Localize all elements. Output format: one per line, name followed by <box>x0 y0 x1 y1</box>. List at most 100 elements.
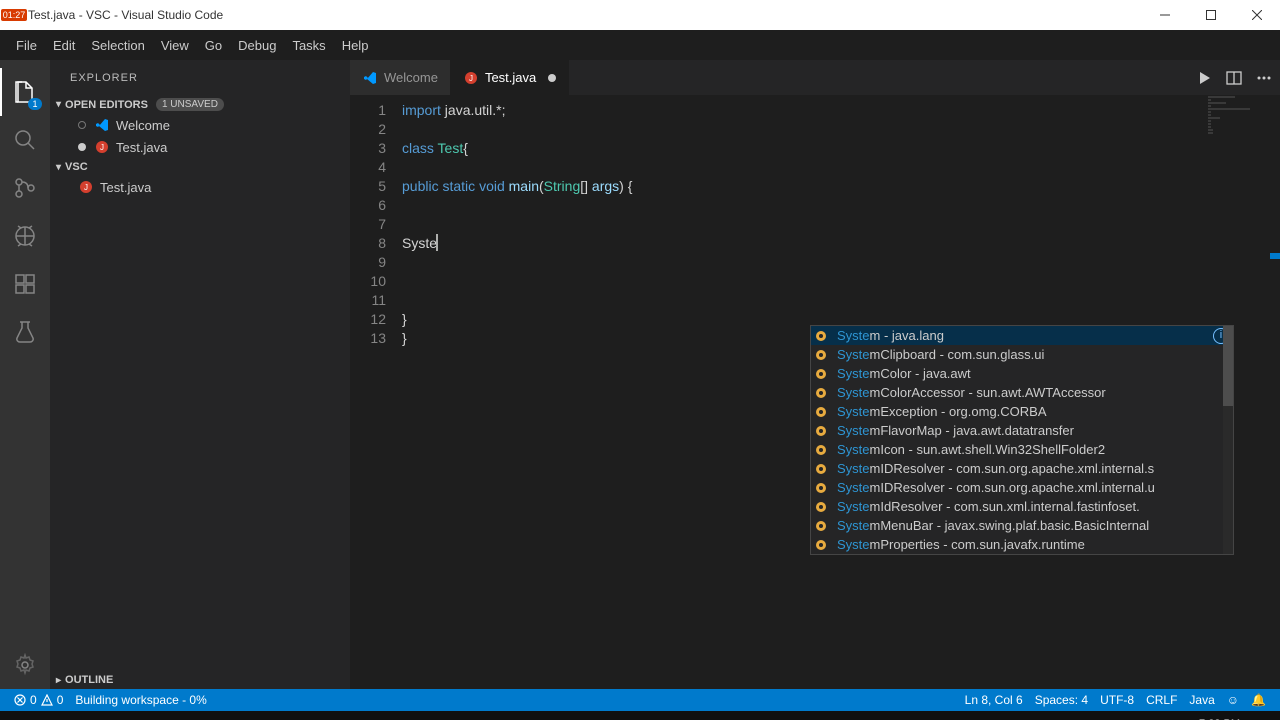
code-line[interactable] <box>402 196 1280 215</box>
status-feedback-icon[interactable]: ☺ <box>1221 689 1245 711</box>
open-editors-section-header[interactable]: ▾ OPEN EDITORS 1 UNSAVED <box>50 95 350 114</box>
taskview-icon[interactable] <box>52 711 100 720</box>
class-icon <box>815 539 831 551</box>
autocomplete-label: SystemException - org.omg.CORBA <box>837 402 1229 421</box>
code-line[interactable] <box>402 158 1280 177</box>
window-title: Test.java - VSC - Visual Studio Code <box>28 8 1142 22</box>
activity-debug-icon[interactable] <box>0 212 50 260</box>
tab-bar: Welcome J Test.java <box>350 60 1280 95</box>
menu-item-view[interactable]: View <box>153 34 197 57</box>
status-eol[interactable]: CRLF <box>1140 689 1183 711</box>
menu-item-edit[interactable]: Edit <box>45 34 83 57</box>
menu-item-debug[interactable]: Debug <box>230 34 284 57</box>
autocomplete-item[interactable]: SystemFlavorMap - java.awt.datatransferi <box>811 421 1233 440</box>
menu-item-tasks[interactable]: Tasks <box>284 34 333 57</box>
vscode-file-icon <box>362 70 378 86</box>
class-icon <box>815 482 831 494</box>
svg-text:J: J <box>100 143 104 152</box>
close-indicator-icon <box>78 121 86 129</box>
autocomplete-item[interactable]: SystemClipboard - com.sun.glass.uii <box>811 345 1233 364</box>
autocomplete-item[interactable]: SystemColor - java.awti <box>811 364 1233 383</box>
activity-search-icon[interactable] <box>0 116 50 164</box>
code-line[interactable]: import java.util.*; <box>402 101 1280 120</box>
window-maximize-button[interactable] <box>1188 0 1234 30</box>
suggest-scrollbar-thumb[interactable] <box>1223 326 1233 406</box>
editor-tab[interactable]: J Test.java <box>451 60 569 95</box>
vscode-file-icon <box>94 117 110 133</box>
autocomplete-popup[interactable]: System - java.langiSystemClipboard - com… <box>810 325 1234 555</box>
code-line[interactable] <box>402 272 1280 291</box>
autocomplete-item[interactable]: SystemIcon - sun.awt.shell.Win32ShellFol… <box>811 440 1233 459</box>
file-tree-label: Test.java <box>100 180 151 195</box>
activity-explorer-icon[interactable]: 1 <box>0 68 50 116</box>
autocomplete-label: SystemColor - java.awt <box>837 364 1229 383</box>
java-file-icon: J <box>94 139 110 155</box>
autocomplete-item[interactable]: SystemIdResolver - com.sun.xml.internal.… <box>811 497 1233 516</box>
autocomplete-item[interactable]: SystemProperties - com.sun.javafx.runtim… <box>811 535 1233 554</box>
code-line[interactable] <box>402 215 1280 234</box>
sidebar-title: EXPLORER <box>50 60 350 95</box>
tab-label: Test.java <box>485 70 536 85</box>
autocomplete-item[interactable]: System - java.langi <box>811 326 1233 345</box>
autocomplete-item[interactable]: SystemColorAccessor - sun.awt.AWTAccesso… <box>811 383 1233 402</box>
status-problems[interactable]: 0 0 <box>8 689 69 711</box>
class-icon <box>815 520 831 532</box>
code-line[interactable] <box>402 291 1280 310</box>
code-line[interactable]: Syste <box>402 234 1280 253</box>
open-editor-item[interactable]: JTest.java <box>50 136 350 158</box>
code-editor[interactable]: 12345678910111213 import java.util.*;cla… <box>350 95 1280 689</box>
code-line[interactable] <box>402 120 1280 139</box>
activity-settings-icon[interactable] <box>0 641 50 689</box>
outline-section-header[interactable]: ▸ OUTLINE <box>50 671 350 689</box>
code-line[interactable]: class Test{ <box>402 139 1280 158</box>
chrome-icon[interactable] <box>196 711 244 720</box>
status-bar: 0 0 Building workspace - 0% Ln 8, Col 6 … <box>0 689 1280 711</box>
tab-label: Welcome <box>384 70 438 85</box>
svg-text:J: J <box>84 183 88 192</box>
autocomplete-item[interactable]: SystemException - org.omg.CORBAi <box>811 402 1233 421</box>
activity-test-icon[interactable] <box>0 308 50 356</box>
file-tree-item[interactable]: J Test.java <box>50 176 350 198</box>
run-icon[interactable] <box>1196 70 1212 86</box>
open-editor-item[interactable]: Welcome <box>50 114 350 136</box>
window-minimize-button[interactable] <box>1142 0 1188 30</box>
menu-item-go[interactable]: Go <box>197 34 230 57</box>
split-editor-icon[interactable] <box>1226 70 1242 86</box>
class-icon <box>815 501 831 513</box>
menu-bar: FileEditSelectionViewGoDebugTasksHelp <box>0 30 1280 60</box>
autocomplete-item[interactable]: SystemIDResolver - com.sun.org.apache.xm… <box>811 459 1233 478</box>
status-ln-col[interactable]: Ln 8, Col 6 <box>959 689 1029 711</box>
class-icon <box>815 406 831 418</box>
menu-item-selection[interactable]: Selection <box>83 34 152 57</box>
window-close-button[interactable] <box>1234 0 1280 30</box>
autocomplete-label: SystemFlavorMap - java.awt.datatransfer <box>837 421 1229 440</box>
class-icon <box>815 444 831 456</box>
autocomplete-label: SystemClipboard - com.sun.glass.ui <box>837 345 1229 364</box>
notepad-icon[interactable] <box>148 711 196 720</box>
status-notifications-icon[interactable]: 🔔 <box>1245 689 1272 711</box>
start-button[interactable] <box>4 711 52 720</box>
activity-extensions-icon[interactable] <box>0 260 50 308</box>
editor-tab[interactable]: Welcome <box>350 60 451 95</box>
file-explorer-icon[interactable] <box>100 711 148 720</box>
autocomplete-item[interactable]: SystemIDResolver - com.sun.org.apache.xm… <box>811 478 1233 497</box>
overview-ruler[interactable] <box>1268 95 1280 689</box>
code-line[interactable]: public static void main(String[] args) { <box>402 177 1280 196</box>
autocomplete-item[interactable]: SystemMenuBar - javax.swing.plaf.basic.B… <box>811 516 1233 535</box>
open-editor-label: Welcome <box>116 118 170 133</box>
status-building-task[interactable]: Building workspace - 0% <box>69 689 212 711</box>
chevron-down-icon: ▾ <box>56 99 61 110</box>
code-line[interactable] <box>402 253 1280 272</box>
svg-text:J: J <box>469 74 473 83</box>
status-indent[interactable]: Spaces: 4 <box>1029 689 1094 711</box>
menu-item-file[interactable]: File <box>8 34 45 57</box>
status-encoding[interactable]: UTF-8 <box>1094 689 1140 711</box>
more-icon[interactable] <box>1256 70 1272 86</box>
folder-section-header[interactable]: ▾ VSC <box>50 158 350 176</box>
suggest-scrollbar[interactable] <box>1223 326 1233 554</box>
status-language[interactable]: Java <box>1183 689 1220 711</box>
menu-item-help[interactable]: Help <box>334 34 377 57</box>
vscode-taskbar-icon[interactable] <box>244 711 292 720</box>
activity-scm-icon[interactable] <box>0 164 50 212</box>
class-icon <box>815 368 831 380</box>
